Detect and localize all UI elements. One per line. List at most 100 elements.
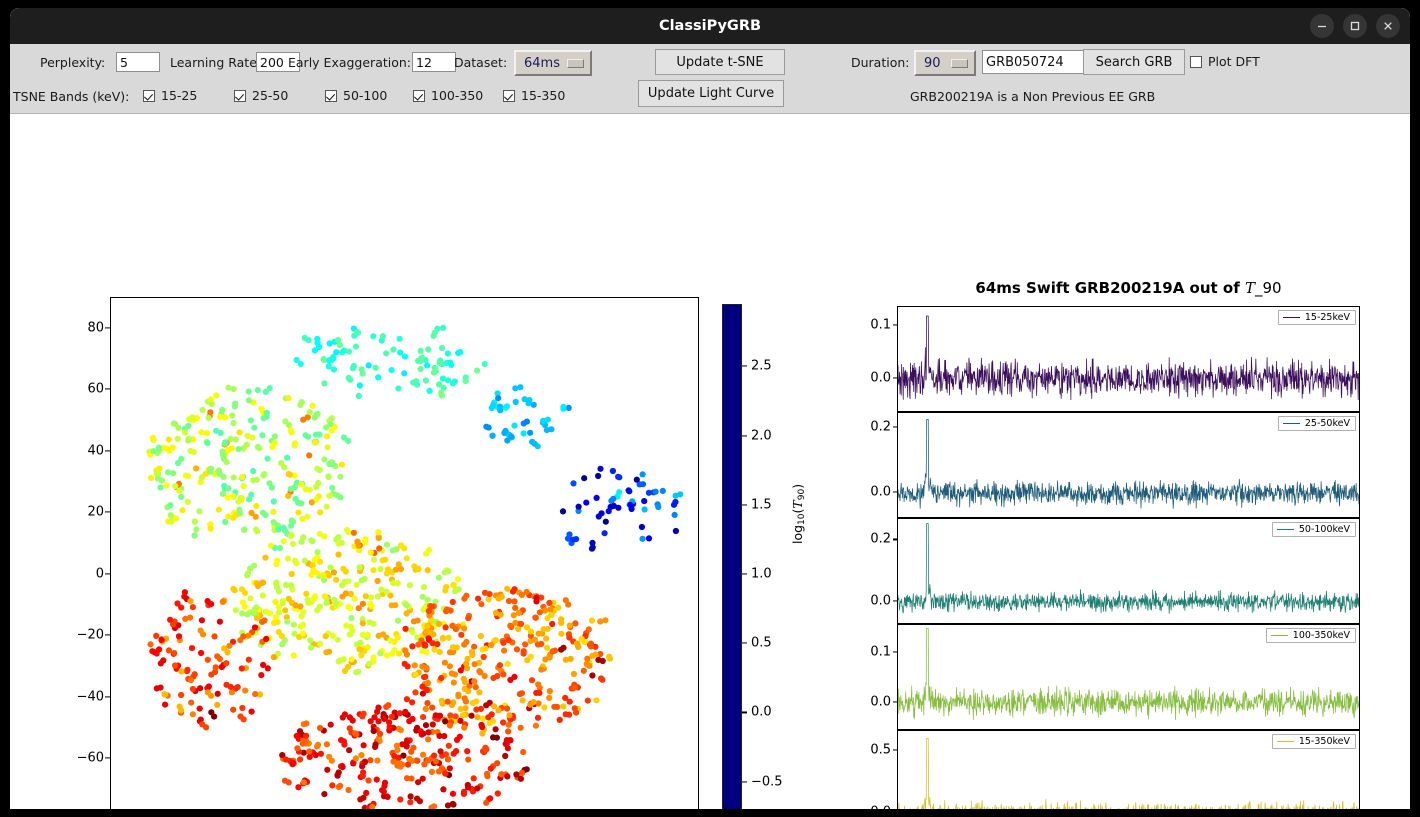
colorbar-tick-label: 2.5: [751, 358, 772, 374]
tsne-y-tick-label: −40: [76, 689, 104, 705]
band-label: 15-25: [161, 88, 198, 103]
band-label: 25-50: [252, 88, 289, 103]
colorbar-tick-mark: [742, 573, 747, 575]
title-bar: ClassiPyGRB: [10, 8, 1410, 44]
light-curve-panel-50-100keV[interactable]: 50-100keV: [897, 518, 1360, 624]
light-curve-panel-15-25keV[interactable]: 15-25keV: [897, 306, 1360, 412]
band-checkbox-box: [325, 89, 337, 102]
update-light-curve-button[interactable]: Update Light Curve: [638, 80, 784, 107]
light-curve-y-tick-label: 0.0: [870, 370, 891, 386]
legend-25-50keV: 25-50keV: [1277, 416, 1356, 431]
dropdown-arrow-icon: [567, 58, 584, 68]
app-window: ClassiPyGRB Perplexity: 5 Learning Rate:…: [10, 8, 1410, 809]
band-checkbox-15-350[interactable]: 15-350: [503, 88, 565, 103]
search-grb-button[interactable]: Search GRB: [1083, 49, 1185, 75]
colorbar: [722, 304, 742, 809]
tsne-y-tick-mark: [105, 634, 110, 636]
legend-line-icon: [1282, 423, 1300, 424]
light-curve-y-tick-label: 0.1: [870, 644, 891, 659]
tsne-y-tick-mark: [105, 388, 110, 390]
band-label: 15-350: [521, 88, 566, 103]
duration-dropdown[interactable]: 90: [914, 50, 976, 76]
tsne-y-tick-label: 40: [87, 443, 104, 459]
grb-search-input[interactable]: [982, 50, 1092, 74]
colorbar-tick-label: 1.0: [751, 566, 772, 582]
band-checkbox-box: [503, 89, 515, 102]
window-controls: [1310, 14, 1400, 38]
legend-label: 15-25keV: [1304, 312, 1350, 323]
band-checkbox-box: [413, 89, 425, 102]
dropdown-arrow-icon: [951, 58, 968, 68]
legend-label: 50-100keV: [1298, 524, 1350, 535]
light-curve-panel-25-50keV[interactable]: 25-50keV: [897, 412, 1360, 518]
colorbar-tick-mark: [742, 434, 747, 437]
band-label: 100-350: [431, 88, 484, 103]
maximize-button[interactable]: [1343, 14, 1367, 38]
tsne-y-tick-label: 20: [87, 504, 104, 520]
legend-line-icon: [1276, 529, 1294, 530]
update-tsne-button[interactable]: Update t-SNE: [655, 49, 785, 75]
minimize-icon: [1318, 25, 1326, 28]
band-checkbox-25-50[interactable]: 25-50: [234, 88, 288, 103]
plot-dft-checkbox[interactable]: Plot DFT: [1190, 54, 1260, 69]
legend-15-350keV: 15-350keV: [1271, 734, 1356, 749]
window-title: ClassiPyGRB: [658, 18, 762, 34]
perplexity-label: Perplexity:: [40, 55, 106, 70]
tsne-y-tick-label: −60: [76, 750, 104, 766]
band-checkbox-box: [143, 89, 155, 102]
tsne-y-tick-mark: [105, 696, 110, 698]
tsne-y-tick-mark: [105, 757, 110, 759]
learning-rate-label: Learning Rate:: [170, 55, 262, 70]
tsne-y-tick-label: 0: [95, 566, 104, 582]
colorbar-tick-mark: [742, 711, 747, 713]
light-curve-title-symbol: T: [1244, 279, 1255, 297]
tsne-y-tick-mark: [105, 573, 110, 575]
legend-label: 25-50keV: [1304, 418, 1350, 429]
light-curve-y-tick-label: 0.0: [870, 593, 891, 609]
light-curve-panel-15-350keV[interactable]: 15-350keV: [897, 730, 1360, 809]
legend-100-350keV: 100-350keV: [1265, 628, 1356, 643]
light-curve-y-tick-label: 0.2: [870, 531, 891, 547]
tsne-y-tick-label: 80: [87, 320, 104, 336]
light-curve-y-tick-mark: [893, 377, 897, 379]
colorbar-tick-label: 1.5: [751, 497, 772, 513]
band-checkbox-50-100[interactable]: 50-100: [325, 88, 387, 103]
light-curve-title: 64ms Swift GRB200219A out of T_90: [897, 279, 1360, 297]
plot-dft-label: Plot DFT: [1208, 54, 1260, 69]
dataset-dropdown[interactable]: 64ms: [514, 50, 592, 76]
light-curve-y-tick-mark: [893, 749, 897, 751]
colorbar-tick-label: 2.0: [751, 428, 772, 444]
light-curve-y-tick-label: 0.0: [849, 804, 891, 809]
light-curve-panel-100-350keV[interactable]: 100-350keV: [897, 624, 1360, 730]
tsne-y-tick-mark: [105, 327, 110, 329]
tsne-y-tick-label: −20: [76, 627, 104, 643]
band-checkbox-100-350[interactable]: 100-350: [413, 88, 483, 103]
light-curve-y-tick-mark: [893, 650, 897, 653]
legend-label: 100-350keV: [1292, 630, 1350, 641]
colorbar-tick-mark: [742, 365, 747, 367]
colorbar-tick-mark: [742, 642, 747, 644]
light-curve-title-sub: _90: [1254, 279, 1282, 297]
dataset-dropdown-value: 64ms: [524, 55, 560, 71]
tsne-scatter-plot[interactable]: [110, 297, 699, 809]
band-checkbox-15-25[interactable]: 15-25: [143, 88, 197, 103]
colorbar-tick-mark: [742, 504, 747, 506]
legend-line-icon: [1276, 741, 1294, 742]
status-message: GRB200219A is a Non Previous EE GRB: [910, 89, 1156, 104]
tsne-y-tick-mark: [105, 511, 110, 513]
light-curve-y-tick-mark: [893, 600, 897, 602]
tsne-y-tick-mark: [105, 450, 110, 452]
colorbar-tick-label: −0.5: [751, 774, 783, 790]
duration-label: Duration:: [851, 55, 910, 70]
close-button[interactable]: [1376, 14, 1400, 38]
minimize-button[interactable]: [1310, 14, 1334, 38]
dataset-label: Dataset:: [454, 55, 508, 70]
colorbar-label: log10(T90): [790, 483, 807, 544]
light-curve-y-tick-label: 0.5: [870, 742, 891, 758]
band-label: 50-100: [343, 88, 388, 103]
maximize-icon: [1350, 21, 1360, 31]
perplexity-input[interactable]: [116, 52, 160, 72]
early-exaggeration-input[interactable]: [412, 52, 456, 72]
tsne-y-tick-label: 60: [87, 381, 104, 397]
light-curve-y-tick-mark: [893, 426, 897, 428]
